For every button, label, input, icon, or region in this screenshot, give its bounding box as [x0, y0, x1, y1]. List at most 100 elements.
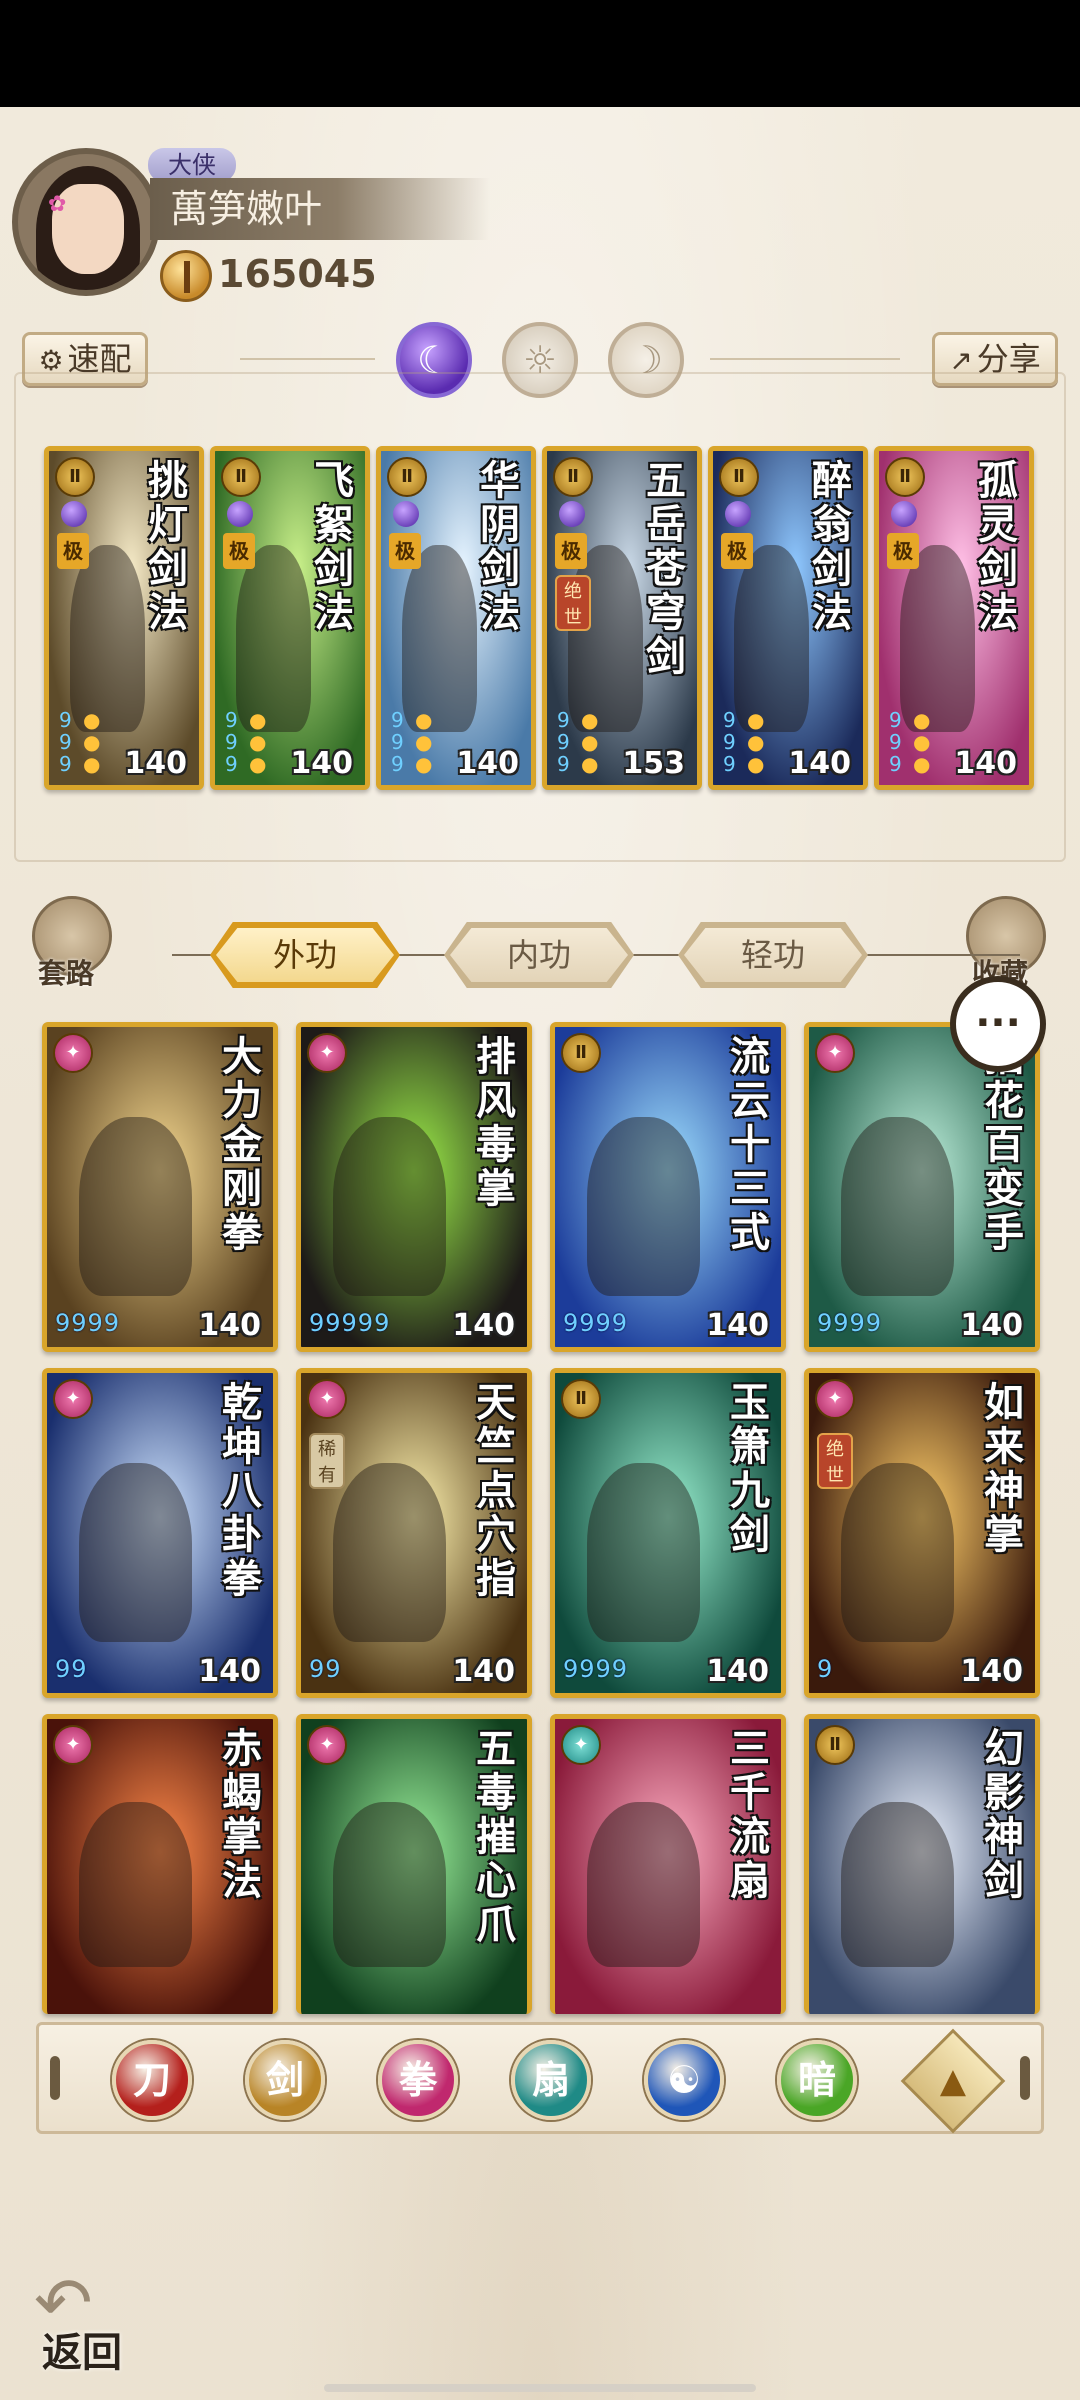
card-value: 140 — [706, 1308, 769, 1343]
card-figure — [78, 1801, 192, 1967]
card-figure — [586, 1116, 700, 1296]
flower-icon: ✿ — [48, 192, 67, 217]
home-indicator[interactable] — [324, 2384, 756, 2392]
fire-pips: ● ● ● — [249, 708, 267, 776]
fire-pips: ● ● ● — [415, 708, 433, 776]
energy-pips: 99 — [309, 1655, 342, 1683]
equipped-card[interactable]: Ⅱ 极 挑灯剑法 9 9 9 ● ● ● 140 — [44, 446, 204, 790]
divider — [710, 358, 900, 360]
hidden-filter-icon[interactable]: 暗 — [777, 2040, 857, 2120]
energy-pips: 9999 — [55, 1309, 121, 1337]
skill-card[interactable]: Ⅱ 幻影神剑 — [804, 1714, 1040, 2014]
moon-icon — [725, 501, 751, 527]
arrow-up-icon: ▲ — [939, 2061, 967, 2101]
rank-icon: Ⅱ — [885, 457, 925, 497]
skill-card[interactable]: Ⅱ 流云十三式 9999 140 — [550, 1022, 786, 1352]
tab-internal[interactable]: 内功 — [444, 922, 634, 988]
equipped-card[interactable]: Ⅱ 极 华阴剑法 9 9 9 ● ● ● 140 — [376, 446, 536, 790]
card-title: 幻影神剑 — [977, 1727, 1024, 1903]
moon-icon — [559, 501, 585, 527]
skill-card[interactable]: ✦ 大力金刚拳 9999 140 — [42, 1022, 278, 1352]
equipped-card[interactable]: Ⅱ 极绝世 五岳苍穹剑 9 9 9 ● ● ● 153 — [542, 446, 702, 790]
skill-card[interactable]: ✦ 赤蝎掌法 — [42, 1714, 278, 2014]
energy-pips: 999 — [225, 708, 238, 776]
rank-icon: ✦ — [815, 1379, 855, 1419]
rank-icon: ✦ — [561, 1725, 601, 1765]
energy-pips: 999 — [59, 708, 72, 776]
card-value: 140 — [960, 1654, 1023, 1689]
card-figure — [78, 1116, 192, 1296]
player-avatar[interactable]: ✿ — [12, 148, 160, 296]
energy-pips: 9999 — [563, 1309, 629, 1337]
card-title: 孤灵剑法 — [971, 459, 1018, 635]
grade-badge: 极 — [721, 533, 753, 569]
card-title: 挑灯剑法 — [141, 459, 188, 635]
back-button[interactable]: ↶ 返回 — [30, 2262, 150, 2376]
moon-icon — [61, 501, 87, 527]
skill-card[interactable]: ✦ 排风毒掌 99999 140 — [296, 1022, 532, 1352]
energy-pips: 999 — [557, 708, 570, 776]
tab-external[interactable]: 外功 — [210, 922, 400, 988]
card-figure — [402, 544, 477, 732]
fist-filter-icon[interactable]: 拳 — [378, 2040, 458, 2120]
skill-card[interactable]: ✦ 三千流扇 — [550, 1714, 786, 2014]
card-value: 153 — [622, 746, 685, 781]
fire-pips: ● ● ● — [913, 708, 931, 776]
card-value: 140 — [198, 1308, 261, 1343]
filter-bar-handle — [50, 2056, 60, 2100]
card-figure — [332, 1801, 446, 1967]
card-title: 天竺点穴指 — [469, 1381, 516, 1601]
filter-bar-handle — [1020, 2056, 1030, 2100]
yin-yang-filter-icon[interactable]: ☯ — [644, 2040, 724, 2120]
card-figure — [840, 1462, 954, 1642]
energy-pips: 999 — [889, 708, 902, 776]
energy-pips: 999 — [723, 708, 736, 776]
card-title: 五岳苍穹剑 — [639, 459, 686, 679]
card-value: 140 — [706, 1654, 769, 1689]
fire-pips: ● ● ● — [83, 708, 101, 776]
rank-icon: Ⅱ — [553, 457, 593, 497]
fan-filter-icon[interactable]: 扇 — [511, 2040, 591, 2120]
tab-lightness[interactable]: 轻功 — [678, 922, 868, 988]
energy-pips: 9999 — [563, 1655, 629, 1683]
fire-pips: ● ● ● — [747, 708, 765, 776]
card-figure — [734, 544, 809, 732]
skill-card[interactable]: ✦ 稀有 天竺点穴指 99 140 — [296, 1368, 532, 1698]
rank-icon: ✦ — [815, 1033, 855, 1073]
rank-icon: ✦ — [53, 1379, 93, 1419]
chat-button[interactable]: ··· — [950, 976, 1046, 1072]
card-title: 五毒摧心爪 — [469, 1727, 516, 1947]
back-label: 返回 — [42, 2329, 122, 2376]
card-value: 140 — [198, 1654, 261, 1689]
card-title: 流云十三式 — [723, 1035, 770, 1255]
card-figure — [332, 1462, 446, 1642]
peerless-badge: 绝世 — [817, 1433, 853, 1489]
peerless-badge: 绝世 — [555, 575, 591, 631]
rank-icon: Ⅱ — [719, 457, 759, 497]
energy-pips: 9999 — [817, 1309, 883, 1337]
skill-card[interactable]: ✦ 五毒摧心爪 — [296, 1714, 532, 2014]
card-figure — [236, 544, 311, 732]
rank-icon: ✦ — [53, 1725, 93, 1765]
rank-icon: Ⅱ — [815, 1725, 855, 1765]
rank-icon: Ⅱ — [221, 457, 261, 497]
skill-card[interactable]: ✦ 绝世 如来神掌 9 140 — [804, 1368, 1040, 1698]
rank-icon: Ⅱ — [561, 1379, 601, 1419]
rank-icon: ✦ — [53, 1033, 93, 1073]
equipped-card[interactable]: Ⅱ 极 醉翁剑法 9 9 9 ● ● ● 140 — [708, 446, 868, 790]
card-figure — [586, 1462, 700, 1642]
skill-card[interactable]: Ⅱ 玉箫九剑 9999 140 — [550, 1368, 786, 1698]
card-value: 140 — [456, 746, 519, 781]
divider — [240, 358, 375, 360]
equipped-card[interactable]: Ⅱ 极 飞絮剑法 9 9 9 ● ● ● 140 — [210, 446, 370, 790]
card-figure — [840, 1116, 954, 1296]
grade-badge: 极 — [57, 533, 89, 569]
blade-filter-icon[interactable]: 刀 — [112, 2040, 192, 2120]
card-title: 三千流扇 — [723, 1727, 770, 1903]
sword-filter-icon[interactable]: 剑 — [245, 2040, 325, 2120]
card-value: 140 — [452, 1308, 515, 1343]
card-figure — [840, 1801, 954, 1967]
skill-card[interactable]: ✦ 乾坤八卦拳 99 140 — [42, 1368, 278, 1698]
fire-pips: ● ● ● — [581, 708, 599, 776]
equipped-card[interactable]: Ⅱ 极 孤灵剑法 9 9 9 ● ● ● 140 — [874, 446, 1034, 790]
